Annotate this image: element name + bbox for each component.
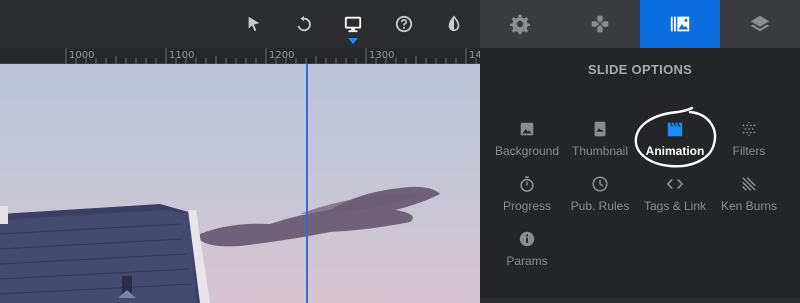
ruler-label: 1100 (169, 50, 195, 61)
option-params[interactable]: Params (487, 230, 567, 268)
panel-title: SLIDE OPTIONS (587, 62, 693, 77)
vertical-guide-line[interactable] (306, 64, 308, 303)
ruler-label: 14 (469, 50, 480, 61)
option-pub-rules[interactable]: Pub. Rules (560, 175, 640, 213)
option-filters[interactable]: Filters (709, 120, 789, 158)
info-icon (519, 231, 535, 247)
ruler-label: 1300 (369, 50, 395, 61)
editor-toolbar (0, 0, 480, 48)
option-label: Thumbnail (571, 144, 629, 158)
panel-tabs (480, 0, 800, 48)
ruler-label: 1200 (269, 50, 295, 61)
desktop-icon[interactable] (339, 10, 367, 44)
option-progress[interactable]: Progress (487, 175, 567, 213)
option-ken-burns[interactable]: Ken Burns (709, 175, 789, 213)
option-tags-link[interactable]: Tags & Link (635, 175, 715, 213)
option-background[interactable]: Background (487, 120, 567, 158)
option-label: Params (506, 254, 548, 268)
horizontal-ruler: 1000 1100 1200 1300 14 (0, 48, 480, 64)
kenburns-icon (742, 177, 756, 191)
stopwatch-icon (520, 176, 534, 193)
option-label: Filters (732, 144, 766, 158)
ruler-label: 1000 (69, 50, 95, 61)
slides-icon[interactable] (640, 0, 720, 48)
option-label: Ken Burns (720, 199, 778, 213)
slide-options-panel: SLIDE OPTIONS Background Thumbnail Anima… (480, 0, 800, 303)
highlight-circle-annotation (634, 106, 717, 168)
contrast-icon[interactable] (440, 10, 468, 38)
option-label: Pub. Rules (570, 199, 630, 213)
undo-icon[interactable] (290, 10, 318, 38)
slide-background-image (0, 186, 440, 303)
slide-canvas[interactable] (0, 64, 480, 303)
option-thumbnail[interactable]: Thumbnail (560, 120, 640, 158)
option-label: Tags & Link (643, 199, 707, 213)
clock-icon (592, 176, 608, 192)
gear-icon[interactable] (480, 0, 560, 48)
help-icon[interactable] (390, 10, 418, 38)
gamepad-icon[interactable] (560, 0, 640, 48)
code-icon (666, 178, 684, 190)
option-label: Background (494, 144, 560, 158)
image-icon (520, 122, 534, 136)
editor-area: 1000 1100 1200 1300 14 (0, 0, 480, 303)
panel-bottom-bar (480, 298, 800, 303)
filters-icon (742, 121, 756, 137)
cursor-icon[interactable] (240, 10, 268, 38)
layers-icon[interactable] (720, 0, 800, 48)
thumbnail-icon (594, 121, 606, 137)
option-label: Progress (502, 199, 552, 213)
